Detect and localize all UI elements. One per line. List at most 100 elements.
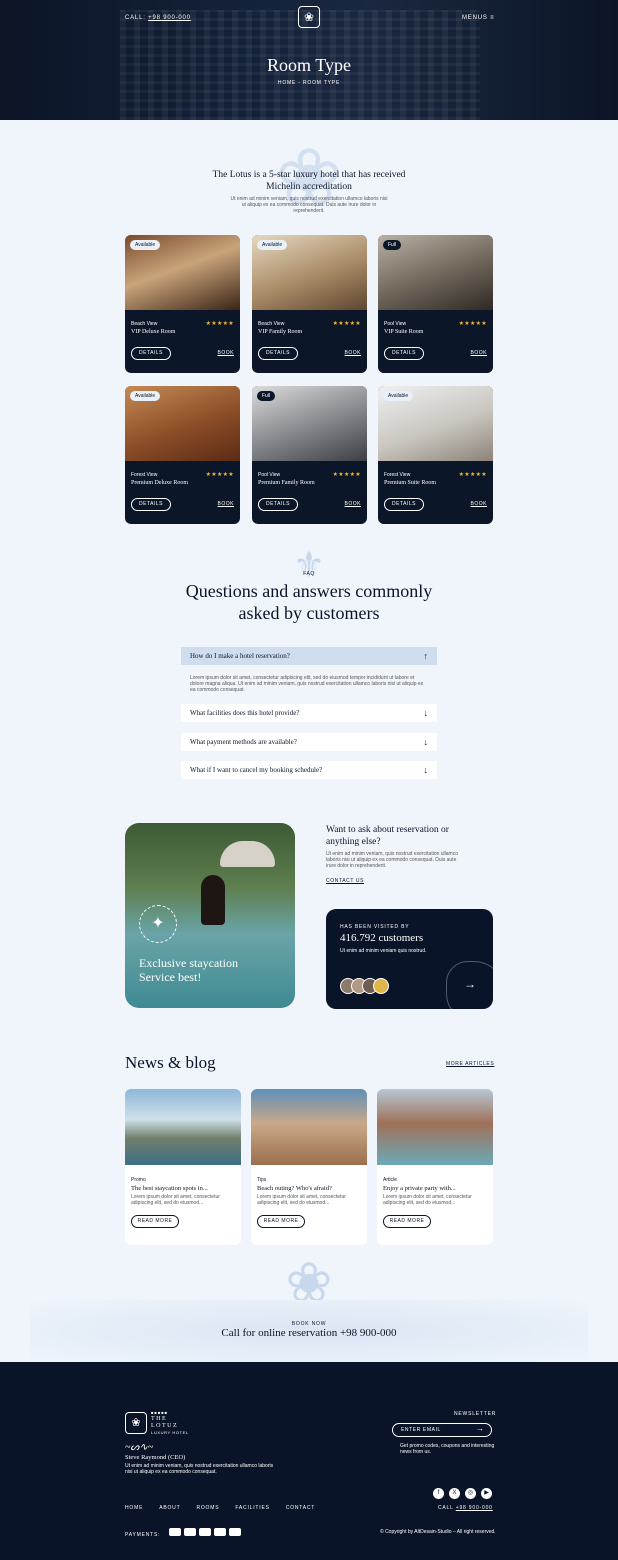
mastercard-icon [168, 1528, 181, 1536]
newsletter-text: Get promo codes, coupons and interesting… [400, 1443, 495, 1455]
facebook-icon[interactable]: f [433, 1488, 444, 1499]
payments: PAYMENTS: [125, 1528, 244, 1538]
status-badge: Full [257, 391, 276, 401]
footer-nav-item[interactable]: CONTACT [286, 1505, 315, 1511]
rating-stars: ★★★★★ [458, 472, 487, 478]
sparkle-icon: ✦ [139, 905, 177, 943]
blog-category: Tips [257, 1177, 267, 1183]
more-articles-link[interactable]: MORE ARTICLES [446, 1061, 494, 1067]
room-card[interactable]: Available Forest View ★★★★★ Premium Delu… [125, 386, 240, 524]
faq-question: How do I make a hotel reservation? [190, 652, 290, 660]
footer-nav-item[interactable]: FACILITIES [235, 1505, 269, 1511]
book-link[interactable]: BOOK [345, 501, 361, 507]
arrow-up-icon[interactable]: ↑ [424, 647, 429, 665]
newsletter-email-field[interactable]: ENTER EMAIL → [392, 1423, 492, 1437]
book-link[interactable]: BOOK [471, 501, 487, 507]
header-phone-link[interactable]: +98 900-000 [148, 15, 191, 21]
lotus-ornament-icon: ⚜ [292, 544, 326, 585]
menu-button[interactable]: MENUS ≡ [462, 15, 494, 21]
blog-title[interactable]: Enjoy a private party with... [383, 1185, 456, 1192]
details-button[interactable]: DETAILS [131, 498, 171, 511]
arrow-down-icon[interactable]: ↓ [424, 761, 429, 779]
room-name: VIP Family Room [258, 329, 303, 335]
jcb-icon [198, 1528, 211, 1536]
visa-icon [183, 1528, 196, 1536]
blog-card[interactable]: Tips Beach outing? Who's afraid? Lorem i… [251, 1089, 367, 1245]
room-name: VIP Deluxe Room [131, 329, 176, 335]
blog-title[interactable]: Beach outing? Who's afraid? [257, 1185, 332, 1192]
status-badge: Available [130, 391, 161, 401]
faq-item[interactable]: How do I make a hotel reservation? ↑ [181, 647, 437, 665]
visitors-label: HAS BEEN VISITED BY [340, 924, 410, 930]
details-button[interactable]: DETAILS [384, 498, 424, 511]
blog-card[interactable]: Promo The best staycation spots in... Lo… [125, 1089, 241, 1245]
faq-title: Questions and answers commonly asked by c… [185, 581, 433, 623]
room-name: Premium Deluxe Room [131, 480, 188, 486]
status-badge: Available [130, 240, 161, 250]
footer-logo-stars: ■■■■■ [151, 1410, 169, 1415]
blog-excerpt: Lorem ipsum dolor sit amet, consectetur a… [257, 1194, 346, 1206]
details-button[interactable]: DETAILS [258, 347, 298, 360]
footer-nav-item[interactable]: ROOMS [196, 1505, 219, 1511]
footer-nav-item[interactable]: HOME [125, 1505, 143, 1511]
room-view: Beach View [131, 321, 158, 327]
ask-title: Want to ask about reservation or anything… [326, 825, 449, 847]
room-card[interactable]: Available Forest View ★★★★★ Premium Suit… [378, 386, 493, 524]
rating-stars: ★★★★★ [205, 321, 234, 327]
footer-call[interactable]: CALL +98 900-000 [438, 1505, 493, 1511]
footer-nav-item[interactable]: ABOUT [159, 1505, 180, 1511]
room-name: VIP Suite Room [384, 329, 424, 335]
blog-image [251, 1089, 367, 1165]
menu-label: MENUS [462, 15, 488, 21]
book-link[interactable]: BOOK [345, 350, 361, 356]
faq-item[interactable]: What payment methods are available? ↓ [181, 733, 437, 751]
signature-icon: ~ᔕ∿~ [125, 1442, 154, 1453]
instagram-icon[interactable]: ◎ [465, 1488, 476, 1499]
room-card[interactable]: Full Pool View ★★★★★ Premium Family Room… [252, 386, 367, 524]
read-more-button[interactable]: READ MORE [257, 1215, 305, 1228]
footer-phone-link[interactable]: +98 900-000 [456, 1505, 493, 1511]
room-view: Pool View [258, 472, 281, 478]
person-shape [201, 875, 225, 925]
arrow-down-icon[interactable]: ↓ [424, 733, 429, 751]
payments-label: PAYMENTS: [125, 1532, 161, 1538]
blog-title: News & blog [125, 1053, 216, 1072]
cta-text[interactable]: Call for online reservation +98 900-000 [0, 1327, 618, 1339]
room-card[interactable]: Full Pool View ★★★★★ VIP Suite Room DETA… [378, 235, 493, 373]
send-arrow-icon[interactable]: → [476, 1424, 484, 1433]
room-view: Forest View [131, 472, 158, 478]
staycation-caption: Exclusive staycation Service best! [139, 956, 238, 984]
blog-card[interactable]: Article Enjoy a private party with... Lo… [377, 1089, 493, 1245]
details-button[interactable]: DETAILS [131, 347, 171, 360]
book-link[interactable]: BOOK [218, 350, 234, 356]
contact-us-link[interactable]: CONTACT US [326, 878, 364, 884]
x-icon[interactable]: X [449, 1488, 460, 1499]
room-view: Forest View [384, 472, 411, 478]
arrow-right-icon[interactable]: → [464, 977, 476, 991]
details-button[interactable]: DETAILS [384, 347, 424, 360]
staycation-image: ✦ Exclusive staycation Service best! [125, 823, 295, 1008]
atm-icon [228, 1528, 241, 1536]
details-button[interactable]: DETAILS [258, 498, 298, 511]
read-more-button[interactable]: READ MORE [131, 1215, 179, 1228]
faq-item[interactable]: What if I want to cancel my booking sche… [181, 761, 437, 779]
faq-item[interactable]: What facilities does this hotel provide?… [181, 704, 437, 722]
room-card[interactable]: Available Beach View ★★★★★ VIP Family Ro… [252, 235, 367, 373]
blog-title[interactable]: The best staycation spots in... [131, 1185, 208, 1192]
youtube-icon[interactable]: ▶ [481, 1488, 492, 1499]
copyright: © Copyright by AltDesain-Studio – All ri… [380, 1529, 496, 1535]
faq-answer: Lorem ipsum dolor sit amet, consectetur … [190, 675, 424, 693]
read-more-button[interactable]: READ MORE [383, 1215, 431, 1228]
book-link[interactable]: BOOK [471, 350, 487, 356]
ceo-name: Steve Raymond (CEO) [125, 1454, 186, 1461]
visitors-text: Ut enim ad minim veniam quis nostrud. [340, 948, 427, 954]
footer-logo-icon[interactable]: ❀ [125, 1412, 147, 1434]
book-link[interactable]: BOOK [218, 501, 234, 507]
header-call[interactable]: CALL: +98 900-000 [125, 15, 191, 21]
room-card[interactable]: Available Beach View ★★★★★ VIP Deluxe Ro… [125, 235, 240, 373]
faq-eyebrow: FAQ [303, 571, 315, 577]
room-name: Premium Family Room [258, 480, 315, 486]
arrow-down-icon[interactable]: ↓ [424, 704, 429, 722]
lotus-logo-icon[interactable]: ❀ [298, 6, 320, 28]
blog-category: Article [383, 1177, 397, 1183]
